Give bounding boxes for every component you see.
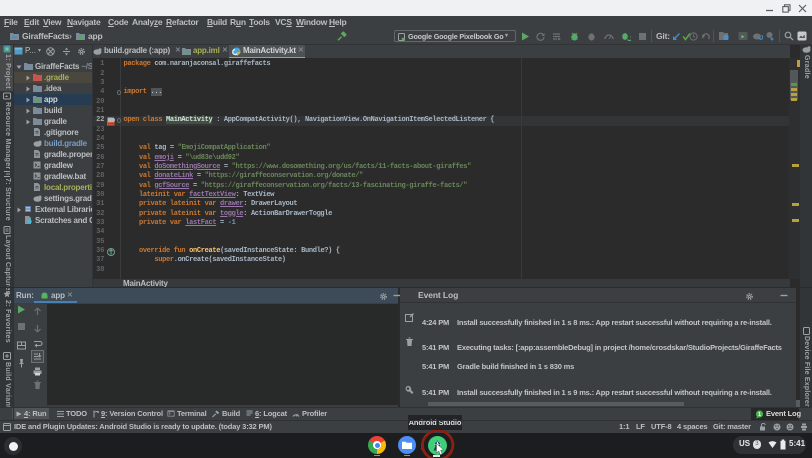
svg-text:1: 1 xyxy=(758,412,761,418)
